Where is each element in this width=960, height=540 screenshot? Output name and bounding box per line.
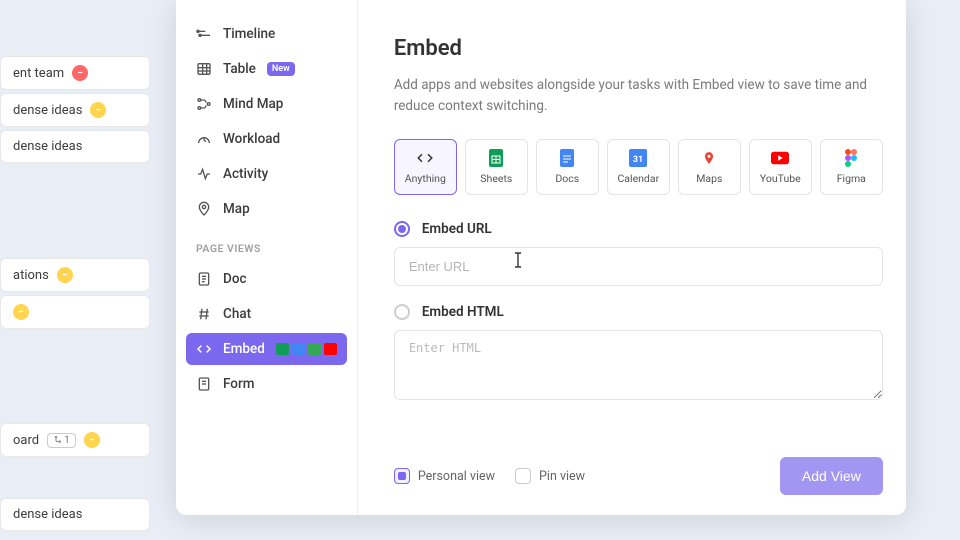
maps-icon [700,149,718,167]
add-view-modal: Timeline Table New Mind Map Workload Act… [176,0,906,515]
calendar-icon: 31 [629,149,647,167]
page-views-header: PAGE VIEWS [186,228,347,263]
embed-url-radio[interactable] [394,221,410,237]
doc-icon [196,271,212,287]
bg-task-text: dense ideas [13,507,82,522]
type-label: Calendar [617,172,659,185]
svg-text:31: 31 [633,155,643,165]
sidebar-item-form[interactable]: Form [186,368,347,400]
sidebar-item-label: Table [223,61,256,77]
bg-task-text: dense ideas [13,103,82,118]
type-label: Docs [555,172,579,185]
sidebar-item-timeline[interactable]: Timeline [186,18,347,50]
code-icon [416,149,434,167]
bg-task-text: oard [13,433,39,448]
panel-title: Embed [394,36,883,61]
embed-type-sheets[interactable]: Sheets [465,139,528,195]
add-view-button[interactable]: Add View [780,457,883,495]
sidebar-item-doc[interactable]: Doc [186,263,347,295]
embed-type-maps[interactable]: Maps [678,139,741,195]
type-label: YouTube [760,172,801,185]
sidebar-item-activity[interactable]: Activity [186,158,347,190]
embed-html-label: Embed HTML [422,304,504,320]
bg-task-text: ations [13,268,49,283]
bg-task-row[interactable]: dense ideas [0,130,150,163]
type-label: Sheets [480,172,512,185]
view-type-sidebar: Timeline Table New Mind Map Workload Act… [176,0,358,515]
embed-mini-icons [276,343,337,355]
map-pin-icon [196,201,212,217]
sidebar-item-label: Mind Map [223,96,283,112]
personal-view-checkbox[interactable] [394,468,410,484]
sidebar-item-label: Chat [223,306,251,322]
embed-html-group: Embed HTML [394,304,883,404]
bg-task-row[interactable]: ent team− [0,56,150,90]
embed-url-label: Embed URL [422,221,492,237]
sidebar-item-label: Form [223,376,255,392]
embed-type-figma[interactable]: Figma [820,139,883,195]
sidebar-item-label: Timeline [223,26,275,42]
sidebar-item-map[interactable]: Map [186,193,347,225]
new-badge: New [267,62,295,76]
bg-task-row[interactable]: dense ideas [0,498,150,531]
embed-type-anything[interactable]: Anything [394,139,457,195]
sidebar-item-label: Doc [223,271,247,287]
docs-icon [558,149,576,167]
bg-task-row[interactable]: ations− [0,258,150,292]
embed-html-textarea[interactable] [394,330,883,400]
bg-task-row[interactable]: − [0,295,150,329]
personal-view-label: Personal view [418,469,495,484]
sidebar-item-label: Workload [223,131,280,147]
workload-icon [196,131,212,147]
minus-badge-icon: − [84,432,100,448]
embed-type-youtube[interactable]: YouTube [749,139,812,195]
sidebar-item-mindmap[interactable]: Mind Map [186,88,347,120]
embed-icon [196,341,212,357]
embed-html-radio[interactable] [394,304,410,320]
sidebar-item-label: Embed [223,341,265,357]
type-label: Figma [837,172,866,185]
sidebar-item-workload[interactable]: Workload [186,123,347,155]
timeline-icon [196,26,212,42]
activity-icon [196,166,212,182]
embed-url-group: Embed URL [394,221,883,286]
mindmap-icon [196,96,212,112]
sidebar-item-table[interactable]: Table New [186,53,347,85]
pin-view-label: Pin view [539,469,585,484]
sheets-icon [487,149,505,167]
table-icon [196,61,212,77]
sidebar-item-embed[interactable]: Embed [186,333,347,365]
type-label: Anything [405,172,446,185]
embed-config-panel: Embed Add apps and websites alongside yo… [358,0,919,515]
modal-footer: Personal view Pin view Add View [394,457,883,495]
sidebar-item-label: Map [223,201,250,217]
figma-icon [842,149,860,167]
sidebar-item-chat[interactable]: Chat [186,298,347,330]
subtask-count-badge: 1 [47,433,76,448]
bg-task-text: dense ideas [13,139,82,154]
embed-type-grid: Anything Sheets Docs 31 Calendar Maps Yo… [394,139,883,195]
bg-task-text: ent team [13,66,64,81]
minus-badge-icon: − [72,65,88,81]
type-label: Maps [696,172,722,185]
youtube-icon [771,149,789,167]
minus-badge-icon: − [13,304,29,320]
sidebar-item-label: Activity [223,166,268,182]
minus-badge-icon: − [90,102,106,118]
minus-badge-icon: − [57,267,73,283]
bg-task-row[interactable]: dense ideas− [0,93,150,127]
embed-url-input[interactable] [394,247,883,286]
bg-task-row[interactable]: oard 1− [0,423,150,457]
pin-view-checkbox[interactable] [515,468,531,484]
embed-type-calendar[interactable]: 31 Calendar [607,139,670,195]
hash-icon [196,306,212,322]
panel-description: Add apps and websites alongside your tas… [394,75,883,117]
embed-type-docs[interactable]: Docs [536,139,599,195]
form-icon [196,376,212,392]
